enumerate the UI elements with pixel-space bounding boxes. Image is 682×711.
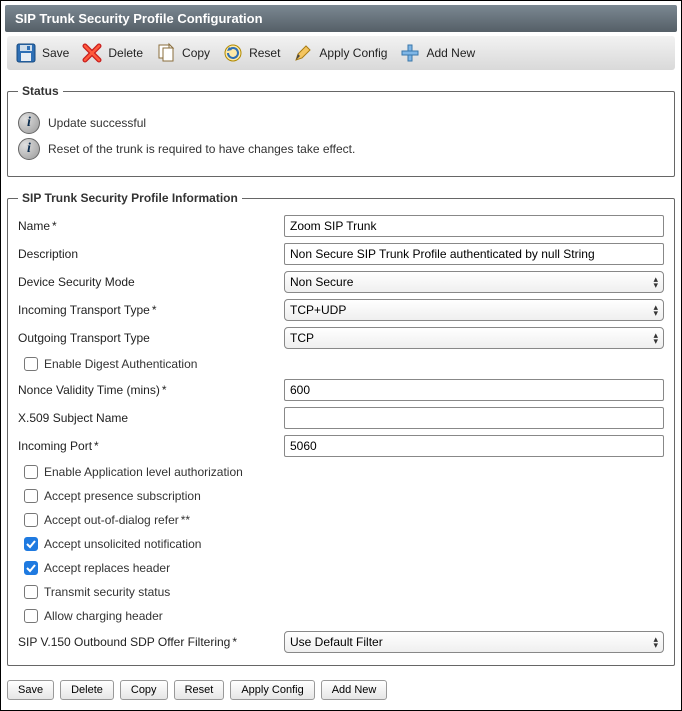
page-title: SIP Trunk Security Profile Configuration — [5, 5, 677, 32]
checkbox-transmit-security-status[interactable] — [24, 585, 38, 599]
delete-button-label: Delete — [108, 46, 143, 60]
label-description: Description — [18, 247, 278, 261]
label-incoming-transport-type: Incoming Transport Type — [18, 303, 278, 317]
config-panel: SIP Trunk Security Profile Configuration… — [0, 0, 682, 711]
label-name: Name — [18, 219, 278, 233]
footer-save-button[interactable]: Save — [7, 680, 54, 700]
plus-icon — [399, 42, 421, 64]
nonce-validity-input[interactable] — [284, 379, 664, 401]
outgoing-transport-type-select[interactable]: TCP — [284, 327, 664, 349]
label-nonce-validity: Nonce Validity Time (mins) — [18, 383, 278, 397]
label-sip-v150: SIP V.150 Outbound SDP Offer Filtering — [18, 635, 278, 649]
label-accept-ood-refer: Accept out-of-dialog refer — [44, 513, 190, 527]
label-x509-subject: X.509 Subject Name — [18, 411, 278, 425]
description-input[interactable] — [284, 243, 664, 265]
apply-config-button[interactable]: Apply Config — [290, 40, 393, 66]
checkbox-accept-presence-sub[interactable] — [24, 489, 38, 503]
pencil-icon — [292, 42, 314, 64]
profile-info-legend: SIP Trunk Security Profile Information — [18, 191, 242, 205]
label-outgoing-transport-type: Outgoing Transport Type — [18, 331, 278, 345]
label-accept-replaces-header: Accept replaces header — [44, 561, 170, 575]
label-enable-app-level-auth: Enable Application level authorization — [44, 465, 243, 479]
checkbox-accept-unsolicited-notif[interactable] — [24, 537, 38, 551]
x509-subject-input[interactable] — [284, 407, 664, 429]
reset-button-label: Reset — [249, 46, 280, 60]
footer-apply-config-button[interactable]: Apply Config — [230, 680, 314, 700]
status-msg-2: Reset of the trunk is required to have c… — [48, 142, 355, 156]
checkbox-allow-charging-header[interactable] — [24, 609, 38, 623]
footer-reset-button[interactable]: Reset — [174, 680, 225, 700]
delete-button[interactable]: Delete — [79, 40, 149, 66]
status-line-2: i Reset of the trunk is required to have… — [18, 138, 664, 160]
reset-icon — [222, 42, 244, 64]
incoming-port-input[interactable] — [284, 435, 664, 457]
row-allow-charging-header: Allow charging header — [18, 607, 664, 625]
footer-copy-button[interactable]: Copy — [120, 680, 168, 700]
label-transmit-security-status: Transmit security status — [44, 585, 170, 599]
status-msg-1: Update successful — [48, 116, 146, 130]
label-accept-presence-sub: Accept presence subscription — [44, 489, 201, 503]
checkbox-accept-ood-refer[interactable] — [24, 513, 38, 527]
footer-delete-button[interactable]: Delete — [60, 680, 114, 700]
checkbox-accept-replaces-header[interactable] — [24, 561, 38, 575]
row-accept-presence-sub: Accept presence subscription — [18, 487, 664, 505]
form-grid: Name Description Device Security Mode No… — [18, 215, 664, 653]
add-new-button[interactable]: Add New — [397, 40, 481, 66]
add-new-button-label: Add New — [426, 46, 475, 60]
copy-button[interactable]: Copy — [153, 40, 216, 66]
row-accept-unsolicited-notif: Accept unsolicited notification — [18, 535, 664, 553]
delete-icon — [81, 42, 103, 64]
footer-add-new-button[interactable]: Add New — [321, 680, 388, 700]
label-accept-unsolicited-notif: Accept unsolicited notification — [44, 537, 201, 551]
save-icon — [15, 42, 37, 64]
copy-button-label: Copy — [182, 46, 210, 60]
save-button[interactable]: Save — [13, 40, 75, 66]
status-fieldset: Status i Update successful i Reset of th… — [7, 84, 675, 177]
footer-toolbar: Save Delete Copy Reset Apply Config Add … — [7, 680, 675, 700]
apply-config-button-label: Apply Config — [319, 46, 387, 60]
profile-info-fieldset: SIP Trunk Security Profile Information N… — [7, 191, 675, 666]
label-allow-charging-header: Allow charging header — [44, 609, 163, 623]
name-input[interactable] — [284, 215, 664, 237]
checkbox-enable-digest-auth[interactable] — [24, 357, 38, 371]
row-enable-app-level-auth: Enable Application level authorization — [18, 463, 664, 481]
info-icon: i — [18, 138, 40, 160]
info-icon: i — [18, 112, 40, 134]
incoming-transport-type-select[interactable]: TCP+UDP — [284, 299, 664, 321]
status-line-1: i Update successful — [18, 112, 664, 134]
reset-button[interactable]: Reset — [220, 40, 286, 66]
label-device-security-mode: Device Security Mode — [18, 275, 278, 289]
row-enable-digest-auth: Enable Digest Authentication — [18, 355, 664, 373]
device-security-mode-select[interactable]: Non Secure — [284, 271, 664, 293]
checkbox-enable-app-level-auth[interactable] — [24, 465, 38, 479]
sip-v150-select[interactable]: Use Default Filter — [284, 631, 664, 653]
toolbar: Save Delete Copy — [7, 36, 675, 70]
row-transmit-security-status: Transmit security status — [18, 583, 664, 601]
row-accept-ood-refer: Accept out-of-dialog refer — [18, 511, 664, 529]
copy-icon — [155, 42, 177, 64]
label-incoming-port: Incoming Port — [18, 439, 278, 453]
row-accept-replaces-header: Accept replaces header — [18, 559, 664, 577]
save-button-label: Save — [42, 46, 69, 60]
label-enable-digest-auth: Enable Digest Authentication — [44, 357, 197, 371]
status-legend: Status — [18, 84, 63, 98]
